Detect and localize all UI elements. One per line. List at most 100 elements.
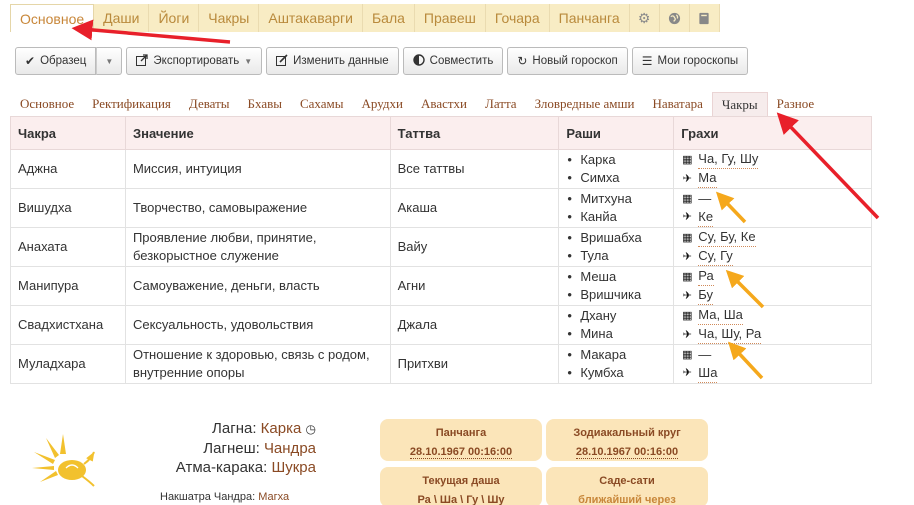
rashi-cell: КаркаСимха	[558, 149, 675, 189]
grid-icon: ▦	[682, 309, 693, 322]
chakra-cell: Анахата	[10, 227, 126, 267]
plane-icon: ✈	[682, 367, 692, 379]
atma-value: Шукра	[271, 459, 317, 476]
header-tattva: Таттва	[389, 116, 560, 150]
tab-yogi[interactable]: Йоги	[149, 4, 200, 32]
rashi-cell: МитхунаКанйа	[558, 188, 675, 228]
card-value[interactable]: 28.10.1967 00:16:00	[409, 446, 513, 459]
grahi-link[interactable]: Су, Гу	[698, 247, 733, 266]
grahi-link[interactable]: Ма	[698, 169, 717, 188]
subtab-bhavy[interactable]: Бхавы	[239, 92, 291, 116]
tab-pravesh[interactable]: Правеш	[414, 4, 486, 32]
grahi-link[interactable]: Ша	[698, 364, 718, 383]
tab-panchanga[interactable]: Панчанга	[549, 4, 630, 32]
tattva-cell: Вайу	[389, 227, 560, 267]
grahi-cell: ▦ Ра ✈ Бу	[673, 266, 872, 306]
card-title: Зодиакальный круг	[573, 427, 681, 439]
meaning-cell: Самоуважение, деньги, власть	[124, 266, 391, 306]
chakra-cell: Муладхара	[10, 344, 126, 384]
card-value[interactable]: 28.10.1967 00:16:00	[575, 446, 679, 459]
rashi-item: Вришчика	[566, 286, 666, 304]
subtab-sahamy[interactable]: Сахамы	[291, 92, 353, 116]
grahi-link[interactable]: Ча, Гу, Шу	[698, 150, 759, 169]
list-icon: ☰	[641, 54, 653, 68]
new-horoscope-button[interactable]: ↻ Новый гороскоп	[507, 47, 628, 75]
tab-gochara[interactable]: Гочара	[485, 4, 550, 32]
plane-icon: ✈	[682, 172, 692, 185]
chakra-cell: Аджна	[10, 149, 126, 189]
table-row: Вишудха Творчество, самовыражение Акаша …	[10, 188, 872, 228]
tab-chakry[interactable]: Чакры	[199, 4, 260, 32]
gear-icon[interactable]: ⚙	[629, 4, 660, 32]
grahi-link[interactable]: Ма, Ша	[698, 306, 743, 325]
grahi-link[interactable]: Су, Бу, Ке	[698, 228, 756, 247]
subtab-avasthi[interactable]: Авастхи	[412, 92, 476, 116]
grahi-link[interactable]: Ке	[698, 208, 714, 227]
atma-label: Атма-карака:	[175, 459, 268, 476]
grahi-link[interactable]: Ра	[698, 267, 714, 286]
lagna-label: Лагна:	[212, 420, 257, 437]
tattva-cell: Джала	[389, 305, 560, 345]
export-button[interactable]: Экспортировать ▼	[126, 47, 263, 75]
card-value: ближайший через	[578, 494, 676, 505]
header-rashi: Раши	[558, 116, 675, 150]
rashi-item: Вришабха	[566, 229, 666, 247]
header-meaning: Значение	[124, 116, 391, 150]
header-grahi: Грахи	[673, 116, 872, 150]
subtab-osnovnoe[interactable]: Основное	[11, 92, 83, 116]
grahi-cell: ▦ — ✈ Ке	[673, 188, 872, 228]
grahi-link[interactable]: Ча, Шу, Ра	[698, 325, 762, 344]
dasha-card[interactable]: Текущая даша Ра \ Ша \ Гу \ Шу	[380, 467, 542, 505]
plane-icon: ✈	[682, 289, 692, 302]
grahi-text: —	[698, 346, 712, 362]
table-row: Анахата Проявление любви, принятие, безк…	[10, 227, 872, 267]
refresh-icon: ↻	[517, 54, 528, 68]
edit-data-button[interactable]: Изменить данные	[266, 47, 399, 75]
grid-icon: ▦	[682, 270, 693, 283]
rashi-cell: ВришабхаТула	[558, 227, 675, 267]
tab-osnovnoe[interactable]: Основное	[10, 4, 95, 32]
card-title: Саде-сати	[599, 475, 655, 487]
header-chakra: Чакра	[10, 116, 126, 150]
grahi-cell: ▦ Су, Бу, Ке ✈ Су, Гу	[673, 227, 872, 267]
grahi-text: —	[698, 190, 712, 206]
tattva-cell: Притхви	[389, 344, 560, 384]
globe-icon[interactable]	[659, 4, 690, 32]
sample-dropdown-button[interactable]: ▼	[96, 47, 123, 75]
subtab-rektifikatsiya[interactable]: Ректификация	[83, 92, 180, 116]
caret-down-icon: ▼	[244, 56, 253, 66]
rashi-item: Митхуна	[566, 190, 666, 208]
panchanga-card[interactable]: Панчанга 28.10.1967 00:16:00	[380, 419, 542, 461]
subtab-devaty[interactable]: Деваты	[180, 92, 239, 116]
grahi-link[interactable]: Бу	[698, 286, 714, 305]
tab-dashi[interactable]: Даши	[94, 4, 150, 32]
sade-sati-card[interactable]: Саде-сати ближайший через	[546, 467, 708, 505]
nakshatra-value: Магха	[258, 491, 290, 503]
clock-icon[interactable]: ◷	[306, 422, 316, 436]
combine-button[interactable]: Совместить	[402, 47, 504, 75]
grid-icon: ▦	[682, 192, 693, 205]
new-horoscope-label: Новый гороскоп	[532, 55, 618, 67]
chakra-cell: Вишудха	[10, 188, 126, 228]
combine-label: Совместить	[429, 55, 494, 67]
grahi-cell: ▦ — ✈ Ша	[673, 344, 872, 384]
subtab-navatara[interactable]: Наватара	[643, 92, 711, 116]
card-value[interactable]: Ра \ Ша \ Гу \ Шу	[417, 494, 505, 505]
my-horoscopes-button[interactable]: ☰ Мои гороскопы	[631, 47, 749, 75]
rashi-cell: МешаВришчика	[558, 266, 675, 306]
subtab-latta[interactable]: Латта	[476, 92, 526, 116]
subtab-chakry[interactable]: Чакры	[711, 92, 768, 116]
subtab-raznoe[interactable]: Разное	[768, 92, 824, 116]
tab-ashtakavargi[interactable]: Аштакаварги	[259, 4, 363, 32]
rashi-item: Кумбха	[566, 364, 666, 382]
sample-button[interactable]: ✔ Образец	[15, 47, 97, 75]
meaning-cell: Проявление любви, принятие, безкорыстное…	[124, 227, 391, 267]
rashi-cell: МакараКумбха	[558, 344, 675, 384]
zodiac-card[interactable]: Зодиакальный круг 28.10.1967 00:16:00	[546, 419, 708, 461]
my-horoscopes-label: Мои гороскопы	[657, 55, 739, 67]
tattva-cell: Агни	[389, 266, 560, 306]
book-icon[interactable]	[689, 4, 720, 32]
subtab-zlovrednye-amshi[interactable]: Зловредные амши	[526, 92, 644, 116]
tab-bala[interactable]: Бала	[362, 4, 415, 32]
subtab-arudhi[interactable]: Арудхи	[353, 92, 412, 116]
